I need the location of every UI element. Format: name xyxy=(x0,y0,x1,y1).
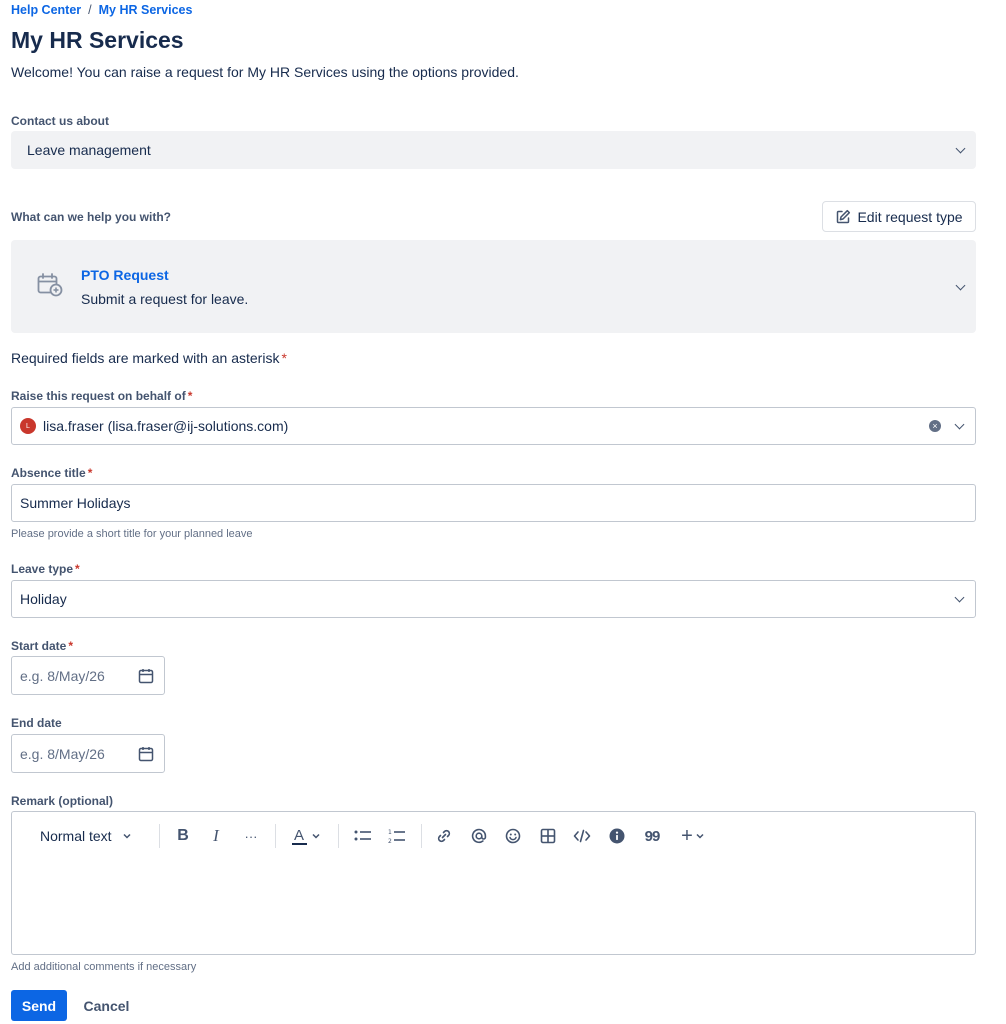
numbered-list-button[interactable]: 1 2 xyxy=(386,824,408,848)
bullet-list-button[interactable] xyxy=(352,824,374,848)
request-type-card[interactable]: PTO Request Submit a request for leave. xyxy=(11,240,976,333)
toolbar-divider xyxy=(338,824,339,848)
required-asterisk: * xyxy=(281,350,287,366)
required-asterisk: * xyxy=(187,389,193,403)
quote-button[interactable]: 99 xyxy=(640,824,664,848)
mention-icon xyxy=(471,828,487,844)
page-title: My HR Services xyxy=(11,27,184,53)
plus-icon: + xyxy=(681,825,693,847)
end-date-label: End date xyxy=(11,716,62,730)
contact-select-value: Leave management xyxy=(27,142,151,158)
on-behalf-select[interactable]: L lisa.fraser (lisa.fraser@ij-solutions.… xyxy=(11,407,976,445)
link-button[interactable] xyxy=(433,824,455,848)
chevron-down-icon xyxy=(955,280,966,290)
toolbar-divider xyxy=(275,824,276,848)
contact-label: Contact us about xyxy=(11,114,109,128)
edit-request-type-label: Edit request type xyxy=(857,208,963,225)
code-icon xyxy=(573,829,591,843)
breadcrumb-separator: / xyxy=(88,3,92,17)
start-date-placeholder: e.g. 8/May/26 xyxy=(20,667,105,684)
send-button[interactable]: Send xyxy=(11,990,67,1021)
required-note-text: Required fields are marked with an aster… xyxy=(11,350,280,366)
breadcrumb: Help Center / My HR Services xyxy=(11,3,192,17)
leave-type-label: Leave type * xyxy=(11,562,80,576)
avatar: L xyxy=(20,418,36,434)
remark-label: Remark (optional) xyxy=(11,794,114,808)
text-color-icon: A xyxy=(291,828,307,845)
end-date-input[interactable]: e.g. 8/May/26 xyxy=(11,734,165,773)
more-formatting-button[interactable]: ··· xyxy=(239,824,263,848)
request-type-name: PTO Request xyxy=(81,267,169,283)
leave-type-select[interactable]: Holiday xyxy=(11,580,976,618)
emoji-icon xyxy=(505,828,521,844)
leave-type-label-text: Leave type xyxy=(11,562,74,576)
bullet-list-icon xyxy=(354,830,371,841)
end-date-placeholder: e.g. 8/May/26 xyxy=(20,745,105,762)
on-behalf-label-text: Raise this request on behalf of xyxy=(11,389,186,403)
table-button[interactable] xyxy=(537,824,559,848)
text-style-dropdown[interactable]: Normal text xyxy=(40,824,144,848)
calendar-add-icon xyxy=(37,273,63,297)
code-button[interactable] xyxy=(571,824,593,848)
calendar-icon[interactable] xyxy=(138,746,154,762)
edit-icon xyxy=(837,209,851,223)
remark-editor[interactable]: Normal text B I ··· A 1 2 99 + xyxy=(11,811,976,955)
info-panel-button[interactable] xyxy=(606,824,628,848)
welcome-text: Welcome! You can raise a request for My … xyxy=(11,64,519,80)
chevron-down-icon xyxy=(696,833,704,839)
chevron-down-icon xyxy=(954,592,965,603)
edit-request-type-button[interactable]: Edit request type xyxy=(822,201,976,232)
required-asterisk: * xyxy=(75,562,80,576)
clear-icon[interactable]: × xyxy=(929,420,941,432)
request-type-description: Submit a request for leave. xyxy=(81,291,249,307)
toolbar-divider xyxy=(421,824,422,848)
start-date-label-text: Start date xyxy=(11,639,67,653)
on-behalf-value: lisa.fraser (lisa.fraser@ij-solutions.co… xyxy=(43,418,289,434)
on-behalf-label: Raise this request on behalf of * xyxy=(11,389,192,403)
numbered-list-icon: 1 2 xyxy=(388,829,405,844)
bold-button[interactable]: B xyxy=(172,824,194,848)
absence-title-helper: Please provide a short title for your pl… xyxy=(11,528,253,540)
table-icon xyxy=(540,828,556,844)
chevron-down-icon[interactable] xyxy=(954,419,965,430)
help-label: What can we help you with? xyxy=(11,210,172,224)
mention-button[interactable] xyxy=(468,824,490,848)
required-fields-note: Required fields are marked with an aster… xyxy=(11,350,287,366)
chevron-down-icon xyxy=(311,833,320,839)
start-date-label: Start date * xyxy=(11,639,73,653)
absence-title-value: Summer Holidays xyxy=(20,495,131,511)
text-color-button[interactable]: A xyxy=(288,824,324,848)
emoji-button[interactable] xyxy=(502,824,524,848)
text-style-label: Normal text xyxy=(40,828,112,844)
required-asterisk: * xyxy=(68,639,74,653)
italic-button[interactable]: I xyxy=(205,824,227,848)
chevron-down-icon xyxy=(955,143,966,154)
toolbar-divider xyxy=(159,824,160,848)
remark-helper: Add additional comments if necessary xyxy=(11,961,197,973)
absence-title-label-text: Absence title xyxy=(11,466,86,480)
leave-type-value: Holiday xyxy=(20,591,67,607)
cancel-button[interactable]: Cancel xyxy=(74,990,139,1021)
absence-title-label: Absence title * xyxy=(11,466,92,480)
contact-select[interactable]: Leave management xyxy=(11,131,976,169)
chevron-down-icon xyxy=(123,833,131,839)
insert-button[interactable]: + xyxy=(676,824,710,848)
editor-toolbar: Normal text B I ··· A 1 2 99 + xyxy=(12,824,975,848)
breadcrumb-help-center-link[interactable]: Help Center xyxy=(11,3,81,17)
info-icon xyxy=(609,828,625,844)
svg-text:1: 1 xyxy=(388,829,392,836)
link-icon xyxy=(437,829,451,843)
required-asterisk: * xyxy=(87,466,93,480)
calendar-icon[interactable] xyxy=(138,668,154,684)
start-date-input[interactable]: e.g. 8/May/26 xyxy=(11,656,165,695)
absence-title-input[interactable]: Summer Holidays xyxy=(11,484,976,522)
breadcrumb-current-link[interactable]: My HR Services xyxy=(99,3,193,17)
svg-text:2: 2 xyxy=(388,838,392,844)
